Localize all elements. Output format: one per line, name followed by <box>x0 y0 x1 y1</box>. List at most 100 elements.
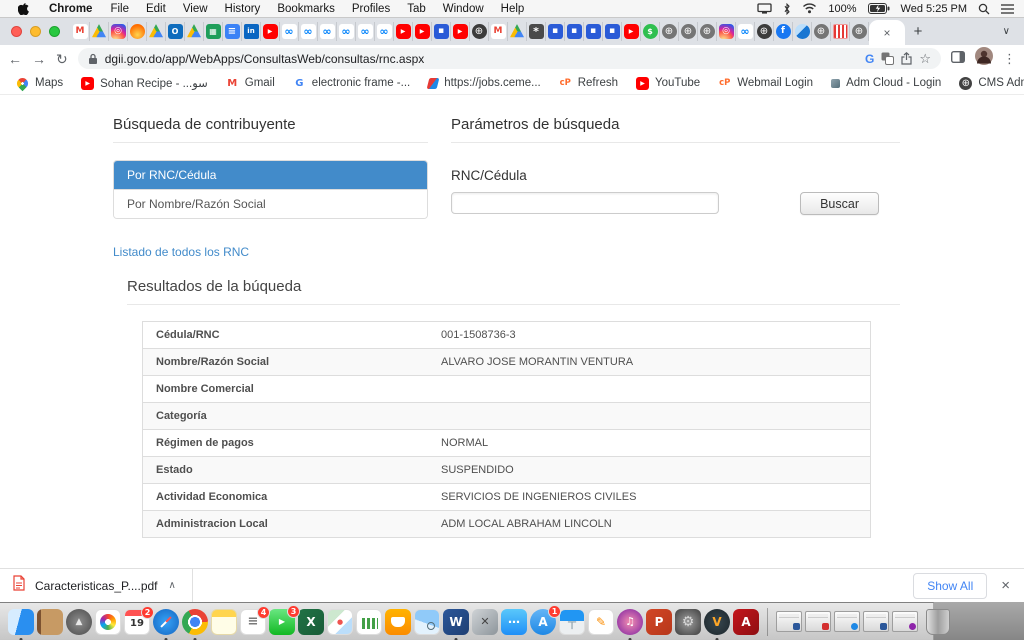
dock-icon-calendar[interactable]: 19 2 <box>124 609 150 635</box>
menu-item-Bookmarks[interactable]: Bookmarks <box>277 3 335 15</box>
minimized-window-acrobat-doc[interactable] <box>805 611 831 632</box>
dock-icon-reminders[interactable]: 4 <box>240 609 266 635</box>
wifi-icon[interactable] <box>802 3 817 14</box>
menu-item-Edit[interactable]: Edit <box>146 3 166 15</box>
translate-icon[interactable] <box>881 52 894 65</box>
dock-icon-launchpad[interactable] <box>66 609 92 635</box>
dock-icon-facetime[interactable]: 3 <box>269 609 295 635</box>
browser-tab-drive[interactable] <box>185 22 204 41</box>
minimized-window-word-doc-2[interactable] <box>863 611 889 632</box>
browser-tab-youtube[interactable] <box>413 22 432 41</box>
bookmark-jobs[interactable]: https://jobs.ceme... <box>420 75 549 91</box>
browser-tab-meta[interactable] <box>375 22 394 41</box>
close-tab-icon[interactable]: × <box>883 27 890 39</box>
browser-tab-darkglobe[interactable] <box>755 22 774 41</box>
bookmark-globe[interactable]: CMS Admin by Bit... <box>951 75 1024 92</box>
forward-button[interactable]: → <box>32 52 46 66</box>
bookmark-google[interactable]: electronic frame -... <box>285 75 418 92</box>
zoom-window-button[interactable] <box>49 26 60 37</box>
new-tab-button[interactable]: + <box>905 18 931 44</box>
lock-icon[interactable] <box>88 53 98 65</box>
notification-center-icon[interactable] <box>1001 4 1014 14</box>
bookmark-maps-pin[interactable]: Maps <box>8 75 71 92</box>
menu-item-File[interactable]: File <box>110 3 129 15</box>
browser-tab-bluesq[interactable] <box>603 22 622 41</box>
dock-icon-preview[interactable] <box>414 609 440 635</box>
reload-button[interactable]: ↻ <box>56 52 68 66</box>
browser-tab-green[interactable] <box>641 22 660 41</box>
browser-tab-sheets[interactable] <box>204 22 223 41</box>
dock-icon-app-store[interactable]: 1 <box>530 609 556 635</box>
menu-item-Help[interactable]: Help <box>501 3 525 15</box>
close-window-button[interactable] <box>11 26 22 37</box>
chrome-menu-icon[interactable]: ⋮ <box>1003 51 1016 67</box>
dock-icon-safari[interactable] <box>153 609 179 635</box>
show-all-button[interactable]: Show All <box>913 573 987 599</box>
menu-item-View[interactable]: View <box>183 3 208 15</box>
dock-icon-keynote[interactable] <box>559 609 585 635</box>
browser-tab-globe[interactable] <box>850 22 869 41</box>
rnc-input[interactable] <box>451 192 719 214</box>
apple-icon[interactable] <box>18 2 29 15</box>
bookmark-youtube[interactable]: YouTube <box>628 75 708 92</box>
bookmark-youtube[interactable]: Sohan Recipe - ...سو <box>73 74 216 92</box>
minimize-window-button[interactable] <box>30 26 41 37</box>
browser-tab-outlook[interactable] <box>166 22 185 41</box>
browser-tab-instagram[interactable] <box>717 22 736 41</box>
minimized-window-safari-window[interactable] <box>834 611 860 632</box>
dock-icon-contacts[interactable] <box>37 609 63 635</box>
display-mirroring-icon[interactable] <box>757 3 772 14</box>
chevron-up-icon[interactable]: ∧ <box>169 580 176 591</box>
tab-search-chevron-icon[interactable]: ∨ <box>1003 26 1010 37</box>
browser-tab-youtube[interactable] <box>261 22 280 41</box>
browser-tab-meta[interactable] <box>318 22 337 41</box>
dock-icon-numbers[interactable] <box>356 609 382 635</box>
browser-tab-bluesq[interactable] <box>546 22 565 41</box>
dock-icon-chrome[interactable] <box>182 609 208 635</box>
profile-avatar[interactable] <box>975 47 993 70</box>
browser-tab-gear[interactable] <box>527 22 546 41</box>
menu-item-Window[interactable]: Window <box>443 3 484 15</box>
browser-tab-gmail[interactable] <box>489 22 508 41</box>
dock-icon-acrobat[interactable]: A <box>733 609 759 635</box>
dock-icon-itunes[interactable] <box>617 609 643 635</box>
browser-tab-youtube[interactable] <box>622 22 641 41</box>
dock-icon-system-preferences[interactable] <box>675 609 701 635</box>
search-type-option[interactable]: Por Nombre/Razón Social <box>114 189 427 218</box>
browser-tab-meta[interactable] <box>736 22 755 41</box>
browser-tab-globe[interactable] <box>698 22 717 41</box>
browser-tab-meta[interactable] <box>356 22 375 41</box>
dock-icon-finder[interactable] <box>8 609 34 635</box>
browser-tab-bluewave[interactable] <box>793 22 812 41</box>
browser-tab-instagram[interactable] <box>109 22 128 41</box>
menu-bar-clock[interactable]: Wed 5:25 PM <box>901 3 967 15</box>
bookmark-gmail[interactable]: Gmail <box>218 75 283 92</box>
browser-tab-bluesq[interactable] <box>432 22 451 41</box>
dock-icon-pages[interactable] <box>588 609 614 635</box>
dock-icon-ibooks[interactable] <box>385 609 411 635</box>
browser-tab-bluesq[interactable] <box>565 22 584 41</box>
trash-icon[interactable] <box>926 609 950 635</box>
address-bar[interactable]: dgii.gov.do/app/WebApps/ConsultasWeb/con… <box>78 48 941 69</box>
browser-tab-drive[interactable] <box>147 22 166 41</box>
browser-tab-globe[interactable] <box>812 22 831 41</box>
active-tab[interactable]: × <box>869 20 905 45</box>
side-panel-icon[interactable] <box>951 50 965 68</box>
active-app-name[interactable]: Chrome <box>49 3 92 15</box>
downloaded-file-chip[interactable]: Caracteristicas_P....pdf ∧ <box>0 569 192 602</box>
google-icon[interactable]: G <box>865 52 874 66</box>
browser-tab-stripes[interactable] <box>831 22 850 41</box>
browser-tab-bluesq[interactable] <box>584 22 603 41</box>
share-icon[interactable] <box>901 52 912 65</box>
bookmark-star-icon[interactable]: ☆ <box>919 51 931 67</box>
dock-icon-notes[interactable] <box>211 609 237 635</box>
listado-rnc-link[interactable]: Listado de todos los RNC <box>113 245 249 259</box>
menu-item-Profiles[interactable]: Profiles <box>352 3 390 15</box>
browser-tab-youtube[interactable] <box>394 22 413 41</box>
browser-tab-linkedin[interactable] <box>242 22 261 41</box>
dock-icon-maps[interactable] <box>327 609 353 635</box>
buscar-button[interactable]: Buscar <box>800 192 879 215</box>
bookmark-cpanel[interactable]: Refresh <box>551 75 626 92</box>
browser-tab-globe[interactable] <box>679 22 698 41</box>
browser-tab-flame[interactable] <box>128 22 147 41</box>
